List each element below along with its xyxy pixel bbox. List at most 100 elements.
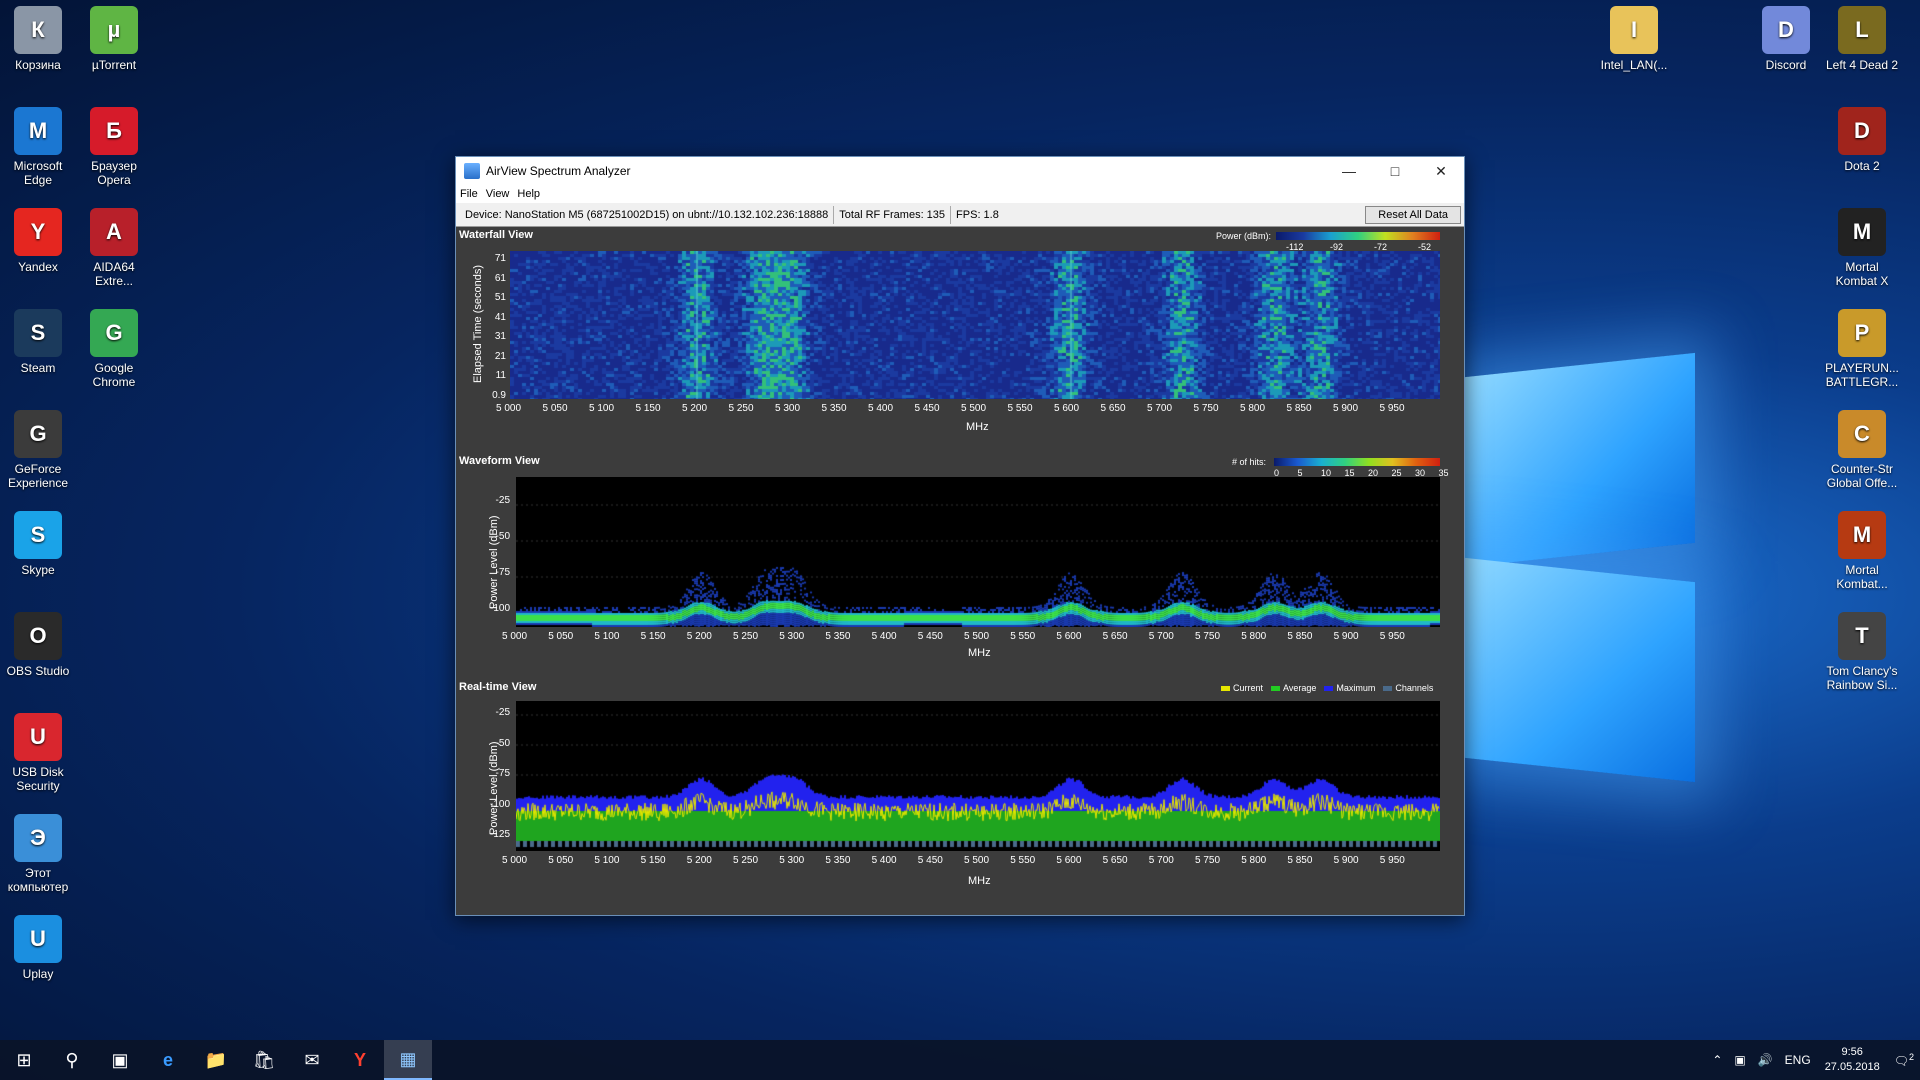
airview-app-icon	[464, 163, 480, 179]
realtime-title: Real-time View	[459, 681, 537, 693]
desktop-icon-left4dead2[interactable]: L Left 4 Dead 2	[1824, 6, 1900, 72]
x-tick-label: 5 650	[1100, 403, 1126, 414]
x-tick-label: 5 600	[1056, 855, 1082, 866]
desktop-icon-folder[interactable]: I Intel_LAN(...	[1596, 6, 1672, 72]
desktop-icon-yandex[interactable]: Y Yandex	[0, 208, 76, 274]
desktop-icon-label: Intel_LAN(...	[1600, 58, 1668, 72]
desktop-icon-recycle-bin[interactable]: К Корзина	[0, 6, 76, 72]
x-tick-label: 5 150	[635, 403, 661, 414]
desktop-icon-label: Google Chrome	[92, 361, 136, 389]
x-tick-label: 5 500	[961, 403, 987, 414]
x-tick-label: 5 400	[871, 855, 897, 866]
realtime-plot[interactable]	[516, 701, 1440, 851]
desktop-icon-skype[interactable]: S Skype	[0, 511, 76, 577]
x-tick-label: 5 350	[825, 631, 851, 642]
desktop-icon-pubg[interactable]: P PLAYERUN... BATTLEGR...	[1824, 309, 1900, 389]
x-tick-label: 5 850	[1287, 631, 1313, 642]
x-tick-label: 5 050	[548, 855, 574, 866]
file-explorer-icon[interactable]: 📁	[192, 1040, 240, 1080]
close-icon[interactable]: ✕	[1418, 157, 1464, 185]
legend-label: Average	[1283, 683, 1317, 693]
waveform-colorbar	[1274, 458, 1440, 466]
minimize-icon[interactable]: —	[1326, 157, 1372, 185]
network-icon[interactable]: ▣	[1734, 1053, 1745, 1067]
x-tick-label: 5 500	[964, 855, 990, 866]
reset-all-data-button[interactable]: Reset All Data	[1365, 205, 1461, 224]
desktop-icon-utorrent[interactable]: µ µTorrent	[76, 6, 152, 72]
desktop-icon-label: Этот компьютер	[7, 866, 69, 894]
desktop-icon-steam[interactable]: S Steam	[0, 309, 76, 375]
device-info: Device: NanoStation M5 (687251002D15) on…	[460, 205, 835, 224]
menu-file[interactable]: File	[460, 188, 478, 200]
legend-label: Current	[1233, 683, 1264, 693]
desktop-icon-mortal-kombat-x[interactable]: M Mortal Kombat X	[1824, 208, 1900, 288]
desktop-icon-uplay[interactable]: U Uplay	[0, 915, 76, 981]
window-titlebar[interactable]: AirView Spectrum Analyzer — □ ✕	[456, 157, 1464, 185]
search-icon[interactable]: ⚲	[48, 1040, 96, 1080]
realtime-ylabel: Power Level (dBm)	[488, 741, 500, 835]
menu-help[interactable]: Help	[517, 188, 540, 200]
desktop-icon-mortal-kombat[interactable]: M Mortal Kombat...	[1824, 511, 1900, 591]
discord-icon: D	[1762, 6, 1810, 54]
x-tick-label: 5 800	[1240, 403, 1266, 414]
desktop-icon-geforce[interactable]: G GeForce Experience	[0, 410, 76, 490]
desktop-icon-usb-disk-security[interactable]: U USB Disk Security	[0, 713, 76, 793]
x-tick-label: 5 350	[825, 855, 851, 866]
mail-icon[interactable]: ✉	[288, 1040, 336, 1080]
desktop-icon-dota2[interactable]: D Dota 2	[1824, 107, 1900, 173]
x-tick-label: 5 400	[871, 631, 897, 642]
airview-window: AirView Spectrum Analyzer — □ ✕ File Vie…	[455, 156, 1465, 916]
desktop-icon-label: Браузер Opera	[91, 159, 137, 187]
desktop-icon-label: Microsoft Edge	[13, 159, 63, 187]
y-tick-label: 11	[495, 370, 506, 381]
x-tick-label: 5 450	[917, 855, 943, 866]
x-tick-label: 5 750	[1195, 631, 1221, 642]
x-tick-label: 5 100	[594, 855, 620, 866]
legend-swatch	[1324, 685, 1334, 691]
store-icon[interactable]: 🛍	[240, 1040, 288, 1080]
desktop-icon-opera[interactable]: Б Браузер Opera	[76, 107, 152, 187]
waterfall-plot[interactable]	[510, 251, 1440, 399]
desktop-icon-csgo[interactable]: C Counter-Str Global Offe...	[1824, 410, 1900, 490]
waveform-xaxis-title: MHz	[968, 647, 991, 659]
clock[interactable]: 9:56 27.05.2018	[1825, 1045, 1880, 1075]
legend-swatch	[1221, 685, 1230, 691]
pubg-icon: P	[1838, 309, 1886, 357]
mortal-kombat-icon: M	[1838, 511, 1886, 559]
desktop-icon-label: Counter-Str Global Offe...	[1826, 462, 1898, 490]
maximize-icon[interactable]: □	[1372, 157, 1418, 185]
x-tick-label: 5 750	[1193, 403, 1219, 414]
desktop-icon-label: Skype	[21, 563, 55, 577]
x-tick-label: 5 200	[686, 631, 712, 642]
desktop-icon-obs[interactable]: O OBS Studio	[0, 612, 76, 678]
desktop-icon-edge[interactable]: M Microsoft Edge	[0, 107, 76, 187]
menu-view[interactable]: View	[486, 188, 510, 200]
desktop-icon-rainbow-six[interactable]: T Tom Clancy's Rainbow Si...	[1824, 612, 1900, 692]
desktop-icon-discord[interactable]: D Discord	[1748, 6, 1824, 72]
waterfall-colorbar	[1276, 232, 1440, 240]
legend-item-channels: Channels	[1383, 683, 1433, 693]
usb-disk-security-icon: U	[14, 713, 62, 761]
waveform-plot[interactable]	[516, 477, 1440, 627]
volume-icon[interactable]: 🔊	[1758, 1053, 1773, 1067]
start-icon[interactable]: ⊞	[0, 1040, 48, 1080]
tray-overflow-icon[interactable]: ⌃	[1712, 1053, 1722, 1067]
yandex-taskbar-icon[interactable]: Y	[336, 1040, 384, 1080]
language-indicator[interactable]: ENG	[1785, 1053, 1811, 1067]
waveform-title: Waveform View	[459, 455, 540, 467]
x-tick-label: 5 950	[1379, 855, 1405, 866]
edge-taskbar-icon[interactable]: e	[144, 1040, 192, 1080]
notifications-icon[interactable]: 🗨2	[1894, 1052, 1914, 1068]
notification-count: 2	[1908, 1052, 1914, 1062]
desktop-icon-chrome[interactable]: G Google Chrome	[76, 309, 152, 389]
x-tick-label: 5 300	[779, 855, 805, 866]
task-view-icon[interactable]: ▣	[96, 1040, 144, 1080]
desktop-icon-this-pc[interactable]: Э Этот компьютер	[0, 814, 76, 894]
x-tick-label: 5 400	[868, 403, 894, 414]
desktop-icon-label: GeForce Experience	[7, 462, 69, 490]
recycle-bin-icon: К	[14, 6, 62, 54]
desktop-icon-aida64[interactable]: A AIDA64 Extre...	[76, 208, 152, 288]
x-tick-label: 5 250	[733, 855, 759, 866]
windows-wallpaper-logo	[1465, 340, 1705, 790]
airview-taskbar-icon[interactable]: ▦	[384, 1040, 432, 1080]
